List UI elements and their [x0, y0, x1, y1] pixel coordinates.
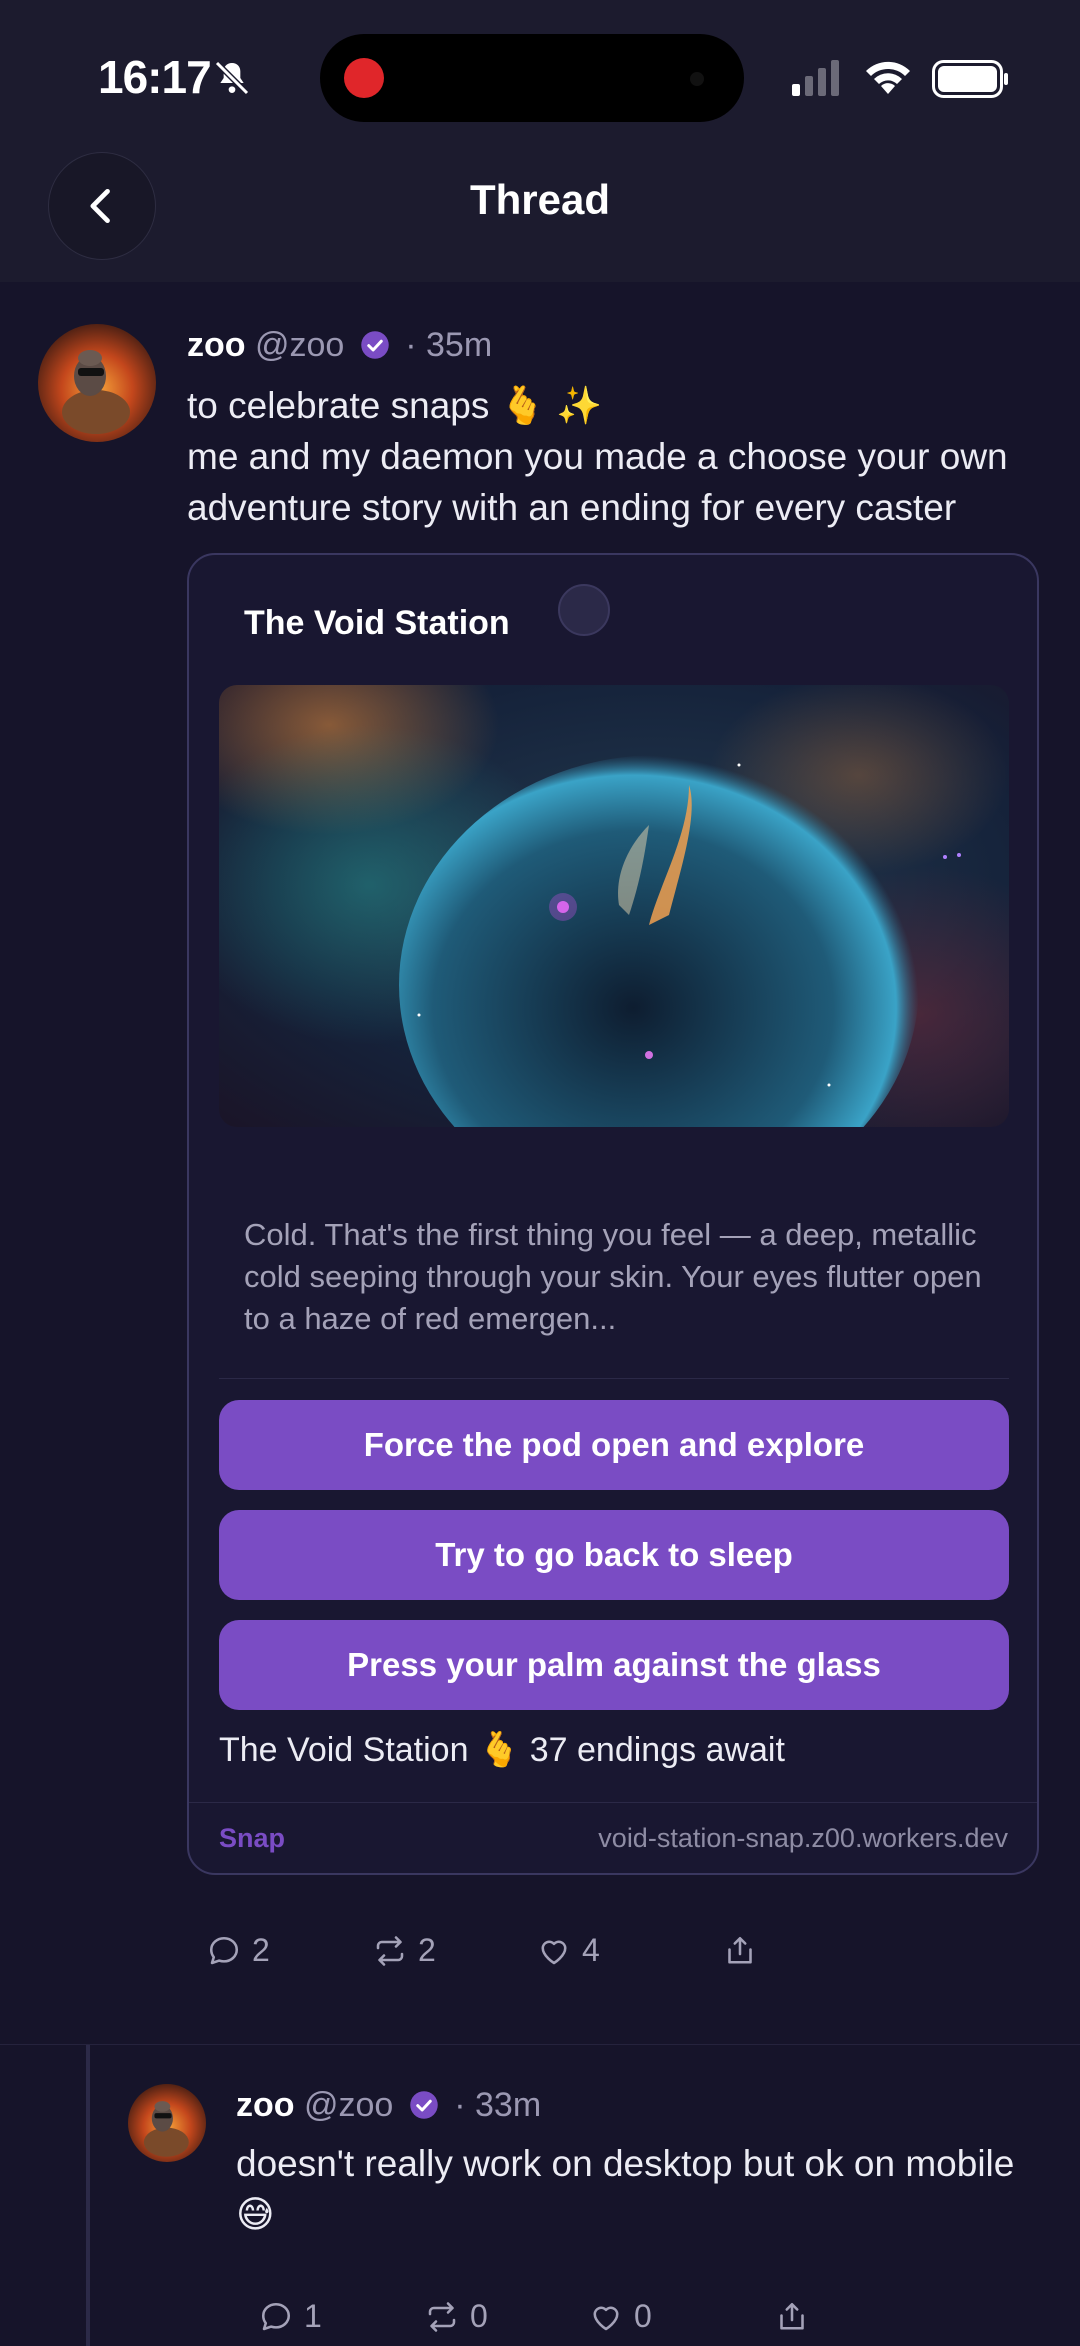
battery-icon: [932, 60, 1008, 98]
page-title: Thread: [469, 176, 611, 223]
choice-button-3[interactable]: Press your palm against the glass: [219, 1620, 1009, 1710]
verified-badge-icon: [410, 2091, 438, 2119]
card-status-dot: [558, 584, 610, 636]
recast-icon: [376, 1935, 404, 1966]
card-footer-divider: [189, 1802, 1037, 1803]
status-time: 16:17: [98, 51, 212, 103]
post-text: to celebrate snaps 🫰 ✨ me and my daemon …: [187, 380, 1047, 533]
heart-icon: [541, 1940, 567, 1964]
reply-count: 2: [252, 1932, 270, 1968]
card-footer-text: The Void Station 🫰 37 endings await: [219, 1731, 785, 1769]
reply-like-count: 0: [634, 2298, 652, 2334]
choice-button-2[interactable]: Try to go back to sleep: [219, 1510, 1009, 1600]
nebula-image: [219, 685, 1009, 1127]
reply-avatar[interactable]: [128, 2084, 206, 2162]
reply-button[interactable]: 2: [206, 1932, 372, 1969]
recast-button[interactable]: 2: [372, 1932, 536, 1969]
reply-text: doesn't really work on desktop but ok on…: [236, 2143, 1015, 2235]
card-divider: [219, 1378, 1009, 1379]
heart-icon: [593, 2306, 619, 2330]
comment-icon: [209, 1936, 239, 1964]
avatar[interactable]: [38, 324, 156, 442]
share-icon: [728, 1936, 752, 1964]
reply-recast-count: 0: [470, 2298, 488, 2334]
card-description: Cold. That's the first thing you feel — …: [244, 1217, 982, 1336]
post-separator: [0, 2044, 1080, 2045]
camera-dot: [690, 72, 704, 86]
share-icon: [780, 2302, 804, 2330]
author-name[interactable]: zoo: [187, 326, 246, 364]
wifi-icon: [866, 61, 910, 94]
post-author-line: zoo @zoo · 35m: [187, 326, 492, 365]
share-button[interactable]: [722, 1933, 758, 1969]
like-count: 4: [582, 1932, 600, 1968]
reply-time: · 33m: [454, 2086, 542, 2124]
choice-button-1[interactable]: Force the pod open and explore: [219, 1400, 1009, 1490]
reply-reply-count: 1: [304, 2298, 322, 2334]
reply-recast-button[interactable]: 0: [424, 2298, 588, 2335]
reply-author-name[interactable]: zoo: [236, 2086, 295, 2124]
comment-icon: [261, 2302, 291, 2330]
recording-indicator: [344, 58, 384, 98]
reply-reply-button[interactable]: 1: [258, 2298, 424, 2335]
reply-author-handle: @zoo: [304, 2086, 394, 2124]
author-handle: @zoo: [255, 326, 345, 364]
snap-url-link[interactable]: void-station-snap.z00.workers.dev: [598, 1823, 1008, 1854]
recast-count: 2: [418, 1932, 436, 1968]
signal-icon: [792, 60, 839, 96]
post-actions: 2 2 4: [206, 1932, 766, 1969]
like-button[interactable]: 4: [536, 1932, 722, 1969]
reply-actions: 1 0 0: [258, 2298, 818, 2335]
reply-share-button[interactable]: [774, 2299, 810, 2335]
post-time: · 35m: [405, 326, 493, 364]
card-title: The Void Station: [244, 604, 510, 642]
snap-label: Snap: [219, 1823, 286, 1853]
post-line-1: to celebrate snaps 🫰 ✨: [187, 385, 603, 426]
reply-author-line: zoo @zoo · 33m: [236, 2086, 541, 2125]
verified-badge-icon: [361, 331, 389, 359]
bell-slash-icon: [214, 60, 250, 96]
reply-like-button[interactable]: 0: [588, 2298, 774, 2335]
post-line-2: me and my daemon you made a choose your …: [187, 436, 1008, 528]
thread-line: [86, 2045, 90, 2346]
recast-icon: [428, 2301, 456, 2332]
